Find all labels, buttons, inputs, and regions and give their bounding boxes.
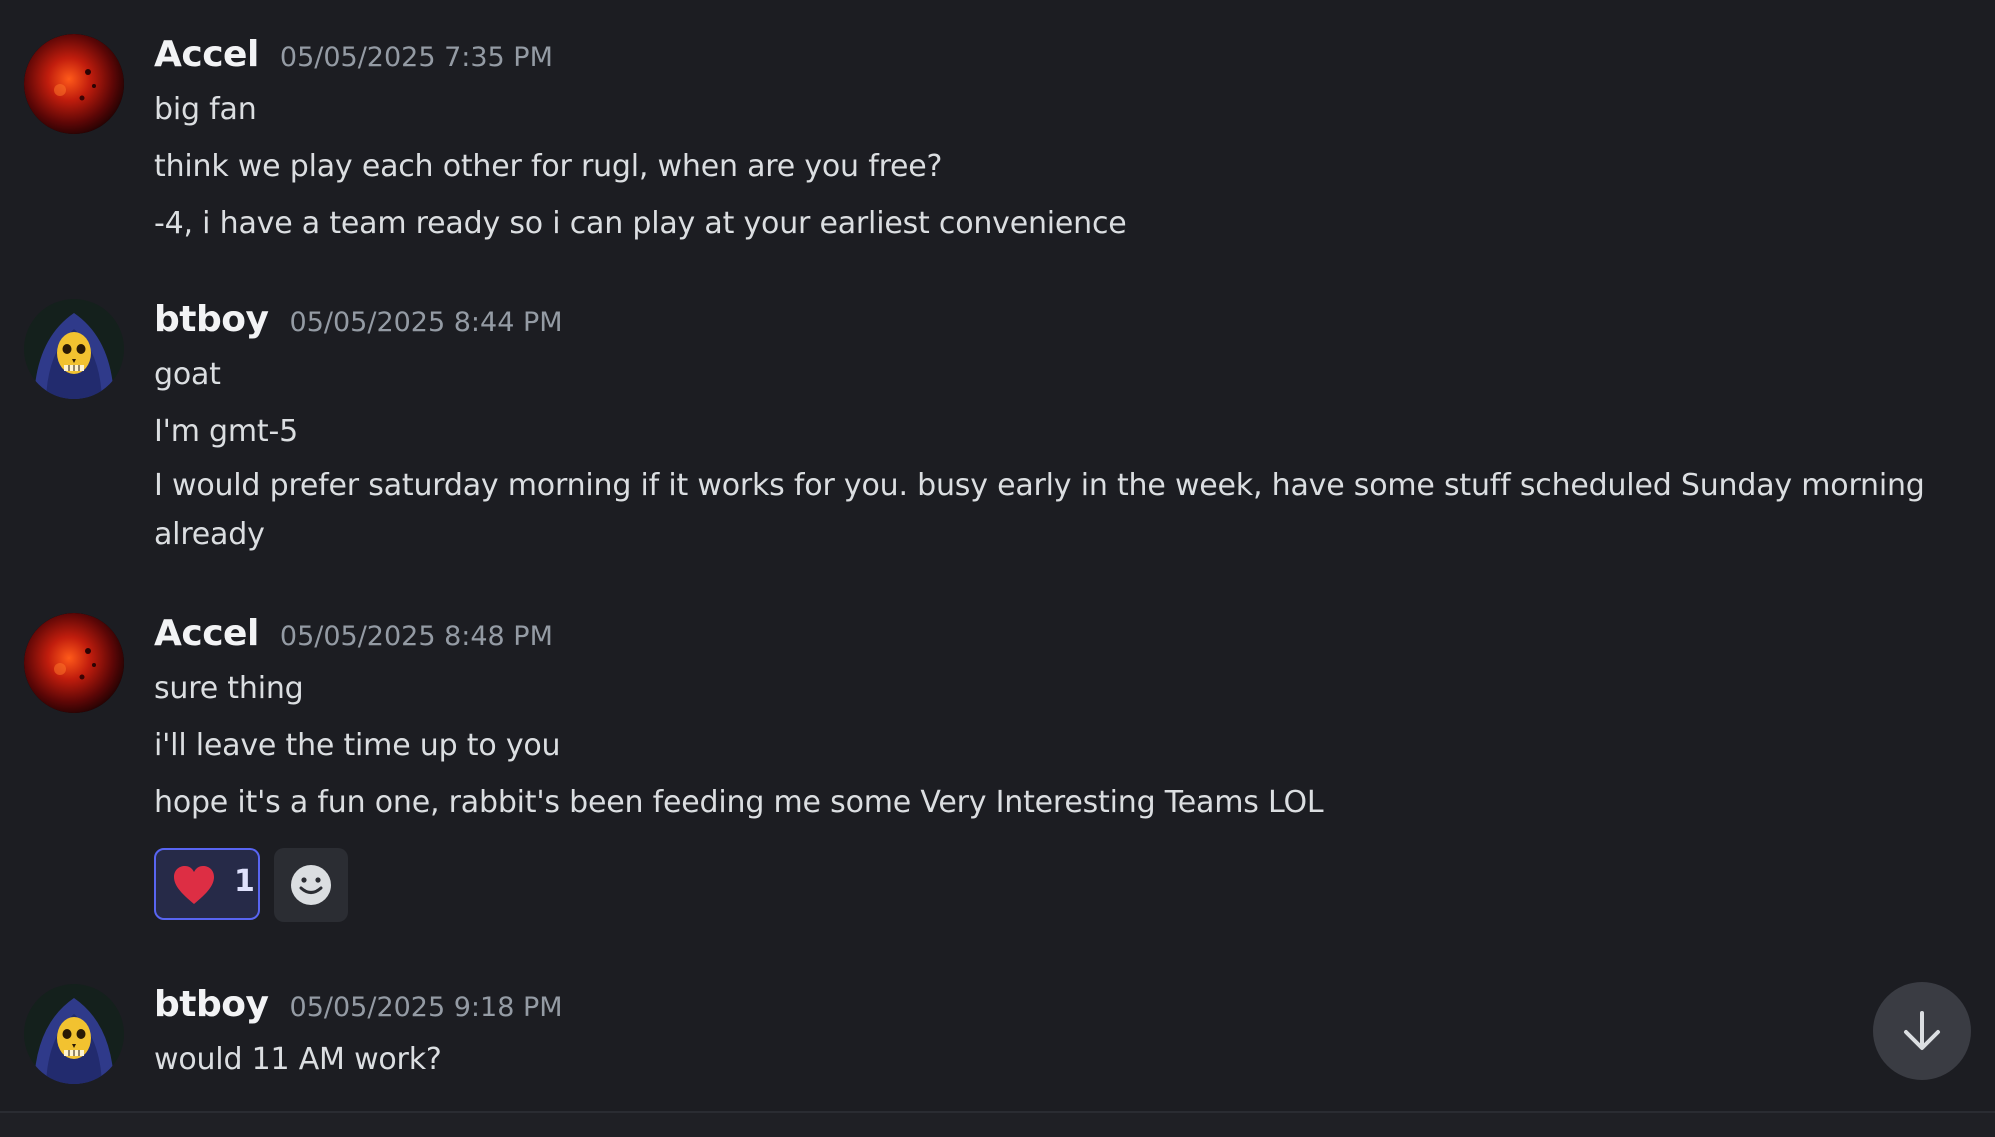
add-reaction-icon (291, 865, 331, 905)
user-avatar[interactable] (24, 984, 124, 1084)
chat-message-list: Accel 05/05/2025 7:35 PM big fan think w… (0, 0, 1995, 1137)
message-text: big fan (154, 92, 257, 127)
message-text: -4, i have a team ready so i can play at… (154, 206, 1127, 241)
skeletor-avatar-icon (24, 299, 124, 399)
composer-area-edge (0, 1113, 1995, 1137)
user-avatar[interactable] (24, 613, 124, 713)
username[interactable]: btboy (154, 984, 269, 1025)
reaction-count: 1 (234, 864, 255, 899)
message-text: hope it's a fun one, rabbit's been feedi… (154, 785, 1324, 820)
message-text: sure thing (154, 671, 304, 706)
red-planet-avatar-icon (24, 34, 124, 134)
message-timestamp[interactable]: 05/05/2025 8:44 PM (290, 307, 563, 338)
message-header: btboy 05/05/2025 9:18 PM (154, 984, 563, 1034)
user-avatar[interactable] (24, 34, 124, 134)
message-text: I'm gmt-5 (154, 414, 298, 449)
message-timestamp[interactable]: 05/05/2025 9:18 PM (290, 992, 563, 1023)
message-header: Accel 05/05/2025 7:35 PM (154, 34, 553, 84)
message-text: i'll leave the time up to you (154, 728, 561, 763)
message-text: goat (154, 357, 221, 392)
message-text: would 11 AM work? (154, 1042, 442, 1077)
message-text: think we play each other for rugl, when … (154, 149, 943, 184)
skeletor-avatar-icon (24, 984, 124, 1084)
arrow-down-icon (1904, 1011, 1940, 1050)
username[interactable]: Accel (154, 613, 259, 654)
username[interactable]: Accel (154, 34, 259, 75)
username[interactable]: btboy (154, 299, 269, 340)
message-timestamp[interactable]: 05/05/2025 8:48 PM (280, 621, 553, 652)
message-header: btboy 05/05/2025 8:44 PM (154, 299, 563, 349)
message-text: I would prefer saturday morning if it wo… (154, 468, 1925, 552)
message-header: Accel 05/05/2025 8:48 PM (154, 613, 553, 663)
message-timestamp[interactable]: 05/05/2025 7:35 PM (280, 42, 553, 73)
add-reaction-button[interactable] (274, 848, 348, 922)
reaction-heart[interactable]: 1 (154, 848, 260, 920)
jump-to-present-button[interactable] (1873, 982, 1971, 1080)
user-avatar[interactable] (24, 299, 124, 399)
red-planet-avatar-icon (24, 613, 124, 713)
heart-icon (174, 866, 214, 904)
